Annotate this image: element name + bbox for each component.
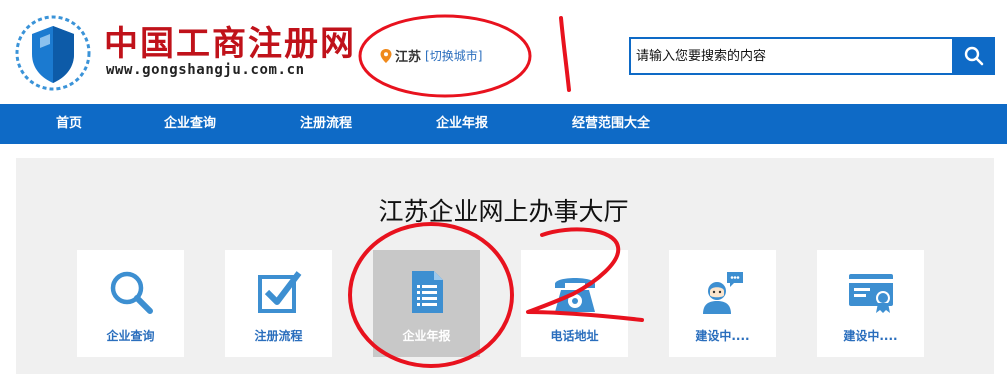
checkbox-icon — [257, 271, 301, 313]
page: 中国工商注册网 www.gongshangju.com.cn 江苏 [切换城市]… — [0, 0, 1007, 374]
switch-city-link[interactable]: [切换城市] — [425, 47, 482, 64]
card-label: 注册流程 — [254, 329, 303, 343]
nav-item-annual-report[interactable]: 企业年报 — [436, 104, 488, 144]
search-icon — [964, 46, 983, 66]
card-company-search[interactable]: 企业查询 — [77, 250, 184, 357]
city-selector: 江苏 [切换城市] — [380, 46, 482, 65]
site-header: 中国工商注册网 www.gongshangju.com.cn 江苏 [切换城市] — [0, 0, 1007, 104]
nav-item-company-search[interactable]: 企业查询 — [164, 104, 216, 144]
site-logo-title[interactable]: 中国工商注册网 — [104, 16, 356, 65]
support-agent-icon — [702, 272, 743, 314]
shield-logo-icon — [15, 15, 91, 91]
nav-item-business-scope[interactable]: 经营范围大全 — [572, 104, 650, 144]
card-annual-report[interactable]: 企业年报 — [373, 250, 480, 357]
card-phone-address[interactable]: 电话地址 — [521, 250, 628, 357]
phone-icon — [554, 278, 595, 312]
service-hall-title: 江苏企业网上办事大厅 — [378, 197, 629, 226]
card-label: 企业查询 — [106, 329, 155, 343]
current-city: 江苏 — [395, 50, 422, 65]
search-input[interactable] — [631, 39, 952, 73]
main-nav: 首页 企业查询 注册流程 企业年报 经营范围大全 — [0, 104, 1007, 144]
card-label: 建设中.... — [695, 329, 750, 343]
card-under-construction-2[interactable]: 建设中.... — [817, 250, 924, 357]
nav-item-registration-process[interactable]: 注册流程 — [300, 104, 352, 144]
card-label: 建设中.... — [843, 329, 898, 343]
nav-item-home[interactable]: 首页 — [56, 104, 82, 144]
document-icon — [411, 271, 443, 313]
card-label: 企业年报 — [402, 329, 451, 343]
card-registration-process[interactable]: 注册流程 — [225, 250, 332, 357]
site-logo-url: www.gongshangju.com.cn — [106, 62, 305, 78]
search-button[interactable] — [952, 37, 995, 75]
search-icon — [110, 271, 153, 314]
card-under-construction-1[interactable]: 建设中.... — [669, 250, 776, 357]
card-label: 电话地址 — [550, 329, 599, 343]
search-box — [629, 37, 954, 75]
location-pin-icon — [380, 48, 392, 63]
certificate-icon — [848, 274, 893, 313]
